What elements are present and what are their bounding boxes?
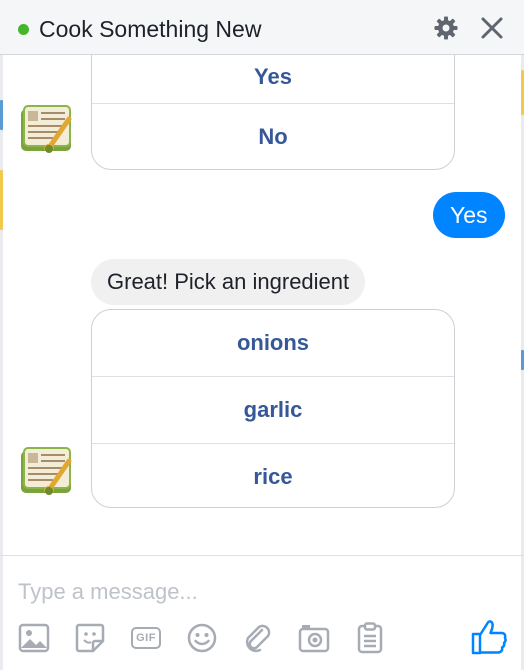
close-icon[interactable]	[479, 15, 505, 41]
sticker-icon[interactable]	[73, 621, 107, 655]
ingredient-options-card: onions garlic rice	[91, 309, 455, 508]
clipboard-icon[interactable]	[353, 621, 387, 655]
ingredient-rice-button[interactable]: rice	[92, 444, 454, 507]
online-status-dot	[18, 24, 29, 35]
recipe-book-icon	[19, 101, 75, 157]
emoji-icon[interactable]	[185, 621, 219, 655]
quick-reply-card: Yes No	[91, 55, 455, 170]
quick-reply-no-button[interactable]: No	[92, 104, 454, 169]
camera-icon[interactable]	[297, 621, 331, 655]
chat-title[interactable]: Cook Something New	[39, 15, 261, 43]
composer-divider	[0, 555, 524, 556]
gear-icon[interactable]	[433, 15, 459, 41]
user-message-bubble: Yes	[433, 192, 505, 238]
quick-reply-yes-button[interactable]: Yes	[92, 55, 454, 104]
photo-icon[interactable]	[17, 621, 51, 655]
recipe-book-icon	[19, 443, 75, 499]
message-input[interactable]	[18, 575, 498, 609]
chat-window: Cook Something New Yes No Yes Great! Pic…	[0, 0, 524, 670]
message-list[interactable]: Yes No Yes Great! Pick an ingredient oni…	[0, 55, 524, 555]
thumbs-up-icon[interactable]	[470, 618, 508, 656]
attachment-icon[interactable]	[241, 621, 275, 655]
chat-header: Cook Something New	[0, 0, 524, 55]
ingredient-garlic-button[interactable]: garlic	[92, 377, 454, 444]
bot-message-bubble: Great! Pick an ingredient	[91, 259, 366, 305]
gif-label: GIF	[131, 627, 161, 649]
gif-icon[interactable]: GIF	[129, 621, 163, 655]
ingredient-onions-button[interactable]: onions	[92, 310, 454, 377]
